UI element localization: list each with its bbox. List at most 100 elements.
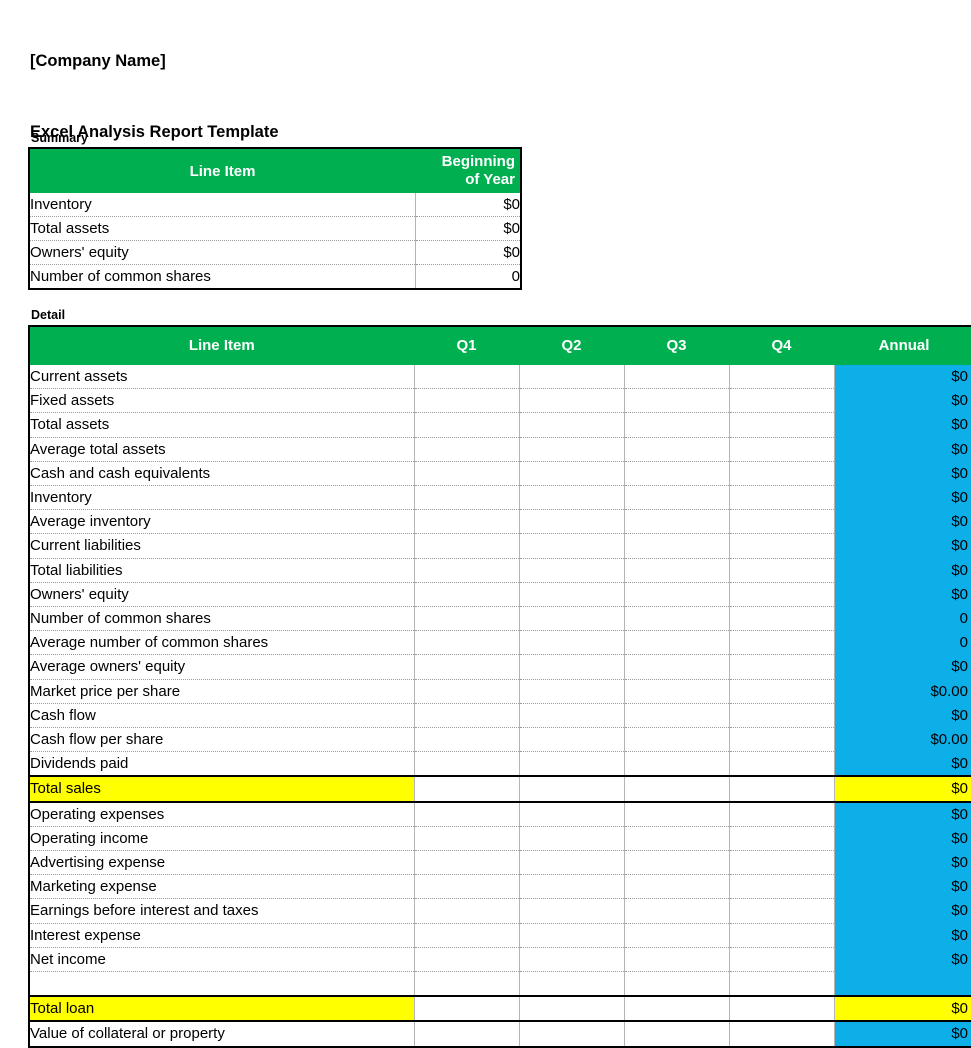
detail-row-label: Average owners' equity [29, 654, 414, 680]
detail-row-annual: $0 [833, 703, 971, 728]
detail-row-q1 [413, 461, 519, 487]
detail-row-label: Total sales [29, 775, 414, 803]
detail-row-q1 [413, 1021, 519, 1048]
detail-row-q2 [518, 388, 624, 414]
summary-col-beginning-line1: Beginning [441, 153, 515, 170]
table-row: Total assets $0 [29, 412, 971, 438]
detail-row-annual: $0 [833, 826, 971, 851]
detail-row-q3 [623, 388, 729, 414]
detail-row-q4 [728, 509, 834, 535]
detail-row-q1 [413, 826, 519, 852]
detail-row-q4 [728, 533, 834, 559]
detail-row-q4 [728, 801, 834, 827]
detail-row-q1 [413, 727, 519, 753]
detail-row-q3 [623, 923, 729, 948]
detail-row-q2 [518, 582, 624, 608]
detail-row-q2 [518, 971, 624, 997]
detail-row-q4 [728, 654, 834, 680]
detail-row-q2 [518, 1021, 624, 1048]
detail-row-label: Cash flow [29, 703, 414, 729]
summary-header-row: Line Item Beginning of Year [28, 148, 522, 193]
detail-row-q4 [728, 850, 834, 876]
summary-row-value: $0 [415, 216, 521, 241]
detail-col-q4: Q4 [728, 326, 835, 365]
detail-row-q2 [518, 874, 624, 900]
summary-table: Line Item Beginning of Year Inventory $0 To… [28, 147, 522, 290]
detail-row-q3 [623, 775, 729, 803]
detail-col-annual: Annual [833, 326, 971, 365]
detail-row-label: Average inventory [29, 509, 414, 535]
detail-col-q2: Q2 [518, 326, 625, 365]
detail-row-q1 [413, 558, 519, 583]
detail-row-label: Total assets [29, 412, 414, 438]
table-row: Cash and cash equivalents $0 [29, 461, 971, 487]
detail-row-q4 [728, 727, 834, 753]
detail-row-q2 [518, 850, 624, 876]
detail-caption: Detail [31, 308, 66, 322]
detail-row-q4 [728, 461, 834, 487]
detail-row-label: Earnings before interest and taxes [29, 898, 414, 924]
table-row: Owners' equity $0 [29, 240, 521, 265]
detail-row-annual: $0.00 [833, 727, 971, 752]
table-row: Operating income $0 [29, 826, 971, 852]
detail-row-q3 [623, 703, 729, 729]
table-row: Average inventory $0 [29, 509, 971, 535]
detail-row-q1 [413, 751, 519, 777]
detail-row-annual: $0 [833, 947, 971, 972]
detail-row-label: Average total assets [29, 437, 414, 462]
table-row: Advertising expense $0 [29, 850, 971, 876]
detail-row-q2 [518, 703, 624, 729]
detail-row-q3 [623, 727, 729, 753]
report-page: [Company Name] Excel Analysis Report Tem… [0, 0, 971, 1048]
summary-row-label: Inventory [29, 193, 416, 217]
detail-row-q4 [728, 558, 834, 583]
detail-row-q2 [518, 630, 624, 656]
detail-row-label: Number of common shares [29, 606, 414, 632]
detail-row-annual: $0 [833, 995, 971, 1023]
detail-table: Line Item Q1 Q2 Q3 Q4 Annual Current ass… [28, 325, 971, 1048]
detail-row-annual: $0 [833, 437, 971, 462]
detail-row-q1 [413, 947, 519, 973]
detail-row-label: Total liabilities [29, 558, 414, 583]
detail-row-q4 [728, 971, 834, 997]
detail-row-q3 [623, 365, 729, 390]
detail-row-q3 [623, 558, 729, 583]
detail-row-q3 [623, 630, 729, 656]
summary-col-line-item: Line Item [28, 148, 417, 193]
detail-row-q1 [413, 923, 519, 948]
detail-row-q1 [413, 703, 519, 729]
detail-row-label: Average number of common shares [29, 630, 414, 656]
detail-col-line-item: Line Item [28, 326, 415, 365]
detail-row-q1 [413, 654, 519, 680]
detail-row-q2 [518, 826, 624, 852]
detail-row-label: Dividends paid [29, 751, 414, 777]
table-row: Average total assets $0 [29, 437, 971, 462]
table-row: Current assets $0 [29, 365, 971, 390]
table-row: Average number of common shares 0 [29, 630, 971, 656]
table-row: Inventory $0 [29, 193, 521, 217]
summary-row-value: $0 [415, 240, 521, 265]
detail-row-q1 [413, 971, 519, 997]
detail-row-q4 [728, 412, 834, 438]
detail-row-label: Owners' equity [29, 582, 414, 608]
detail-row-q3 [623, 654, 729, 680]
detail-row-q2 [518, 437, 624, 462]
detail-row-q4 [728, 947, 834, 973]
table-row: Number of common shares 0 [29, 264, 521, 289]
detail-row-label: Marketing expense [29, 874, 414, 900]
detail-row-label: Cash and cash equivalents [29, 461, 414, 487]
table-row: Value of collateral or property $0 [29, 1021, 971, 1048]
detail-row-q3 [623, 485, 729, 511]
table-row: Owners' equity $0 [29, 582, 971, 608]
detail-row-label: Current assets [29, 365, 414, 390]
detail-row-q3 [623, 509, 729, 535]
detail-row-annual: $0 [833, 850, 971, 875]
table-row: Average owners' equity $0 [29, 654, 971, 680]
detail-row-annual: $0 [833, 775, 971, 803]
detail-row-annual: $0 [833, 365, 971, 389]
table-row: Net income $0 [29, 947, 971, 973]
detail-row-q1 [413, 874, 519, 900]
detail-row-label: Inventory [29, 485, 414, 511]
detail-row-annual: $0 [833, 533, 971, 559]
table-row: Operating expenses $0 [29, 801, 971, 827]
